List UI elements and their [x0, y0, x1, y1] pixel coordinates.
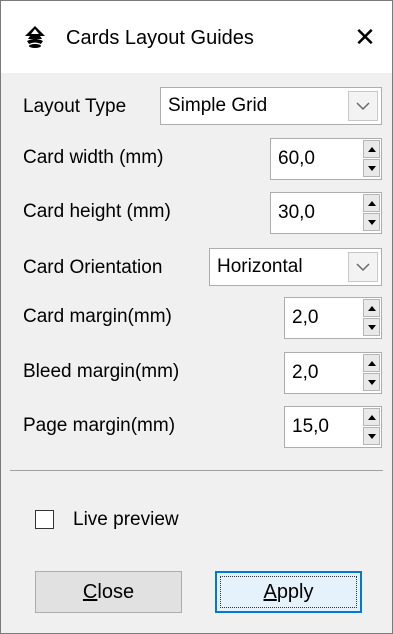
spin-up-icon[interactable] — [363, 140, 380, 158]
spin-up-icon[interactable] — [363, 299, 380, 317]
layout-type-select[interactable]: Simple Grid — [160, 87, 382, 125]
card-width-row: Card width (mm) 60,0 — [23, 138, 383, 180]
layout-type-value: Simple Grid — [168, 95, 268, 116]
close-button-label: Close — [82, 580, 135, 603]
card-orientation-row: Card Orientation Horizontal — [23, 248, 383, 288]
live-preview-checkbox[interactable] — [35, 510, 54, 529]
spin-down-icon[interactable] — [363, 213, 380, 231]
card-orientation-value: Horizontal — [217, 256, 303, 277]
page-margin-spinbox[interactable]: 15,0 — [284, 406, 382, 448]
chevron-down-icon[interactable] — [348, 91, 378, 121]
spin-up-icon[interactable] — [363, 408, 380, 426]
divider — [10, 470, 383, 471]
card-width-spinbox[interactable]: 60,0 — [270, 138, 382, 180]
card-margin-spinbox[interactable]: 2,0 — [284, 297, 382, 339]
dialog-window: Cards Layout Guides ✕ Layout Type Simple… — [0, 0, 393, 634]
card-height-value: 30,0 — [278, 202, 315, 223]
card-height-label: Card height (mm) — [23, 201, 171, 222]
card-width-value: 60,0 — [278, 148, 315, 169]
close-icon[interactable]: ✕ — [345, 17, 385, 57]
live-preview-label[interactable]: Live preview — [73, 507, 179, 533]
bleed-margin-stepper — [363, 354, 380, 392]
chevron-down-icon[interactable] — [348, 252, 378, 282]
layout-type-label: Layout Type — [23, 96, 127, 117]
bleed-margin-value: 2,0 — [292, 362, 319, 383]
page-margin-label: Page margin(mm) — [23, 415, 176, 436]
close-button[interactable]: Close — [35, 571, 182, 613]
spin-up-icon[interactable] — [363, 354, 380, 372]
window-title: Cards Layout Guides — [66, 27, 254, 49]
spin-down-icon[interactable] — [363, 373, 380, 391]
spin-down-icon[interactable] — [363, 318, 380, 336]
card-height-spinbox[interactable]: 30,0 — [270, 192, 382, 234]
card-margin-label: Card margin(mm) — [23, 306, 172, 327]
spin-down-icon[interactable] — [363, 159, 380, 177]
card-orientation-label: Card Orientation — [23, 257, 163, 278]
card-margin-stepper — [363, 299, 380, 337]
card-width-label: Card width (mm) — [23, 147, 164, 168]
bleed-margin-label: Bleed margin(mm) — [23, 361, 180, 382]
layout-type-row: Layout Type Simple Grid — [23, 87, 383, 127]
page-margin-row: Page margin(mm) 15,0 — [23, 406, 383, 448]
inkscape-logo-icon — [23, 25, 47, 49]
page-margin-value: 15,0 — [292, 416, 329, 437]
bleed-margin-row: Bleed margin(mm) 2,0 — [23, 352, 383, 394]
bleed-margin-spinbox[interactable]: 2,0 — [284, 352, 382, 394]
title-bar: Cards Layout Guides ✕ — [1, 1, 392, 73]
card-height-row: Card height (mm) 30,0 — [23, 192, 383, 234]
card-width-stepper — [363, 140, 380, 178]
card-margin-row: Card margin(mm) 2,0 — [23, 297, 383, 339]
spin-up-icon[interactable] — [363, 194, 380, 212]
apply-button-label: Apply — [263, 580, 314, 603]
apply-button[interactable]: Apply — [215, 571, 362, 613]
card-margin-value: 2,0 — [292, 307, 319, 328]
spin-down-icon[interactable] — [363, 427, 380, 445]
card-height-stepper — [363, 194, 380, 232]
page-margin-stepper — [363, 408, 380, 446]
card-orientation-select[interactable]: Horizontal — [209, 248, 382, 286]
